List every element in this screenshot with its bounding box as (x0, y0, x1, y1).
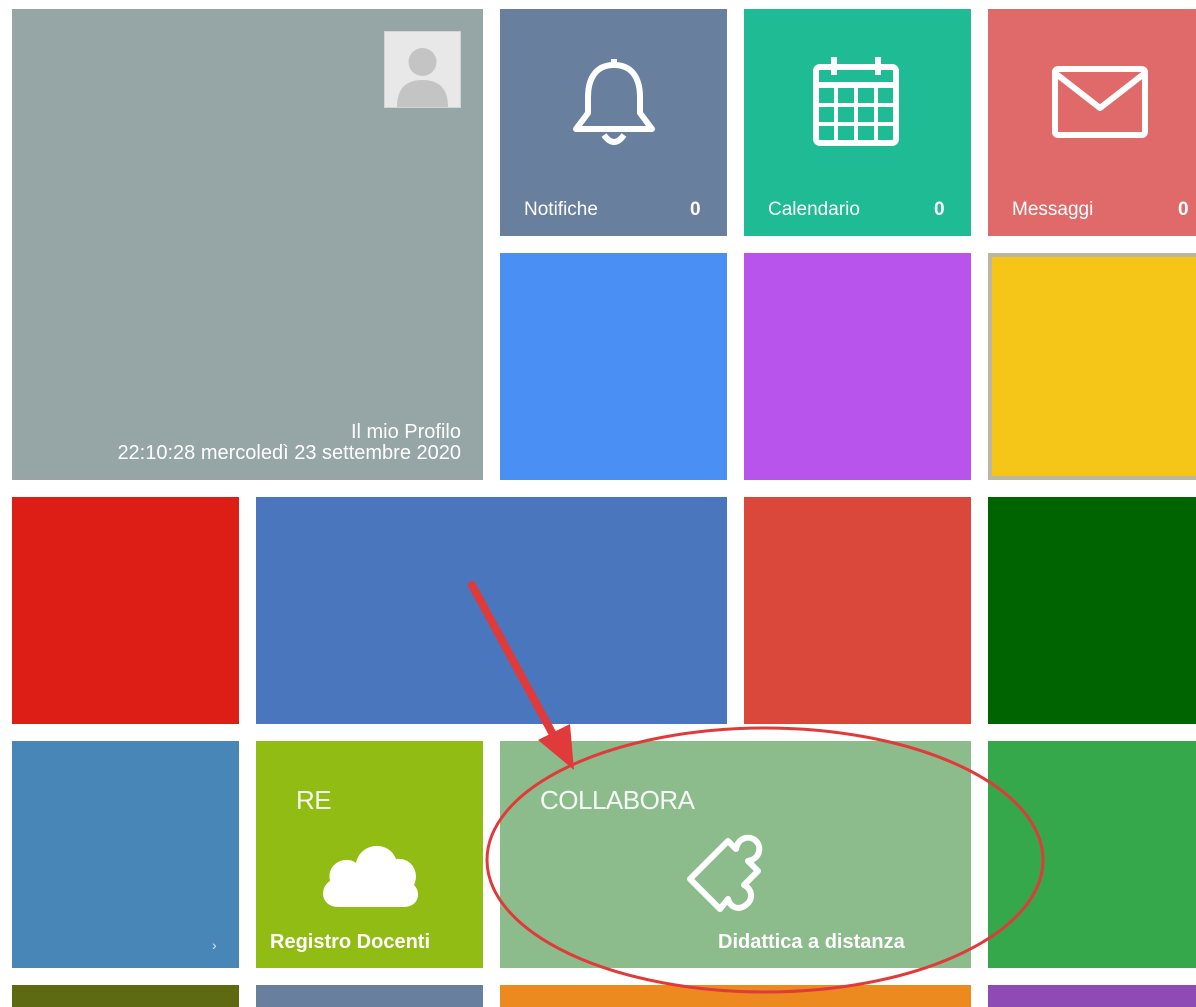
calendar-count: 0 (934, 199, 945, 220)
envelope-icon (1050, 64, 1150, 140)
blue-tile[interactable] (500, 253, 727, 480)
messages-count: 0 (1178, 199, 1189, 220)
cloud-icon (316, 833, 422, 911)
messages-label: Messaggi (1012, 199, 1094, 220)
puzzle-icon (684, 823, 788, 923)
olive-tile[interactable] (12, 985, 239, 1007)
notifications-tile[interactable]: Notifiche 0 (500, 9, 727, 236)
registro-top-label: RE (296, 785, 332, 815)
calendar-tile[interactable]: Calendario 0 (744, 9, 971, 236)
purple-tile[interactable] (744, 253, 971, 480)
violet-tile[interactable] (988, 985, 1196, 1007)
calendar-icon (810, 53, 902, 149)
wide-blue-tile[interactable] (256, 497, 727, 724)
collabora-tile[interactable]: COLLABORA Didattica a distanza (500, 741, 971, 968)
registro-tile[interactable]: RE Registro Docenti (256, 741, 483, 968)
tile-arrow: › (212, 937, 217, 953)
orange-red-tile[interactable] (744, 497, 971, 724)
collabora-label: Didattica a distanza (718, 931, 905, 953)
profile-tile[interactable]: Il mio Profilo 22:10:28 mercoledì 23 set… (12, 9, 483, 480)
yellow-tile[interactable] (988, 253, 1196, 480)
profile-title: Il mio Profilo (350, 421, 461, 443)
registro-label: Registro Docenti (270, 931, 431, 953)
bell-icon (568, 51, 660, 151)
slate-tile[interactable] (256, 985, 483, 1007)
profile-datetime: 22:10:28 mercoledì 23 settembre 2020 (117, 442, 461, 464)
collabora-top-label: COLLABORA (540, 785, 695, 815)
steel-blue-tile[interactable]: › (12, 741, 239, 968)
messages-tile[interactable]: Messaggi 0 (988, 9, 1196, 236)
orange-tile[interactable] (500, 985, 971, 1007)
avatar[interactable] (384, 31, 461, 108)
dark-green-tile[interactable] (988, 497, 1196, 724)
notifications-label: Notifiche (524, 199, 598, 220)
calendar-label: Calendario (768, 199, 860, 220)
green-tile[interactable] (988, 741, 1196, 968)
red-tile[interactable] (12, 497, 239, 724)
notifications-count: 0 (690, 199, 701, 220)
user-placeholder-icon (397, 48, 448, 107)
